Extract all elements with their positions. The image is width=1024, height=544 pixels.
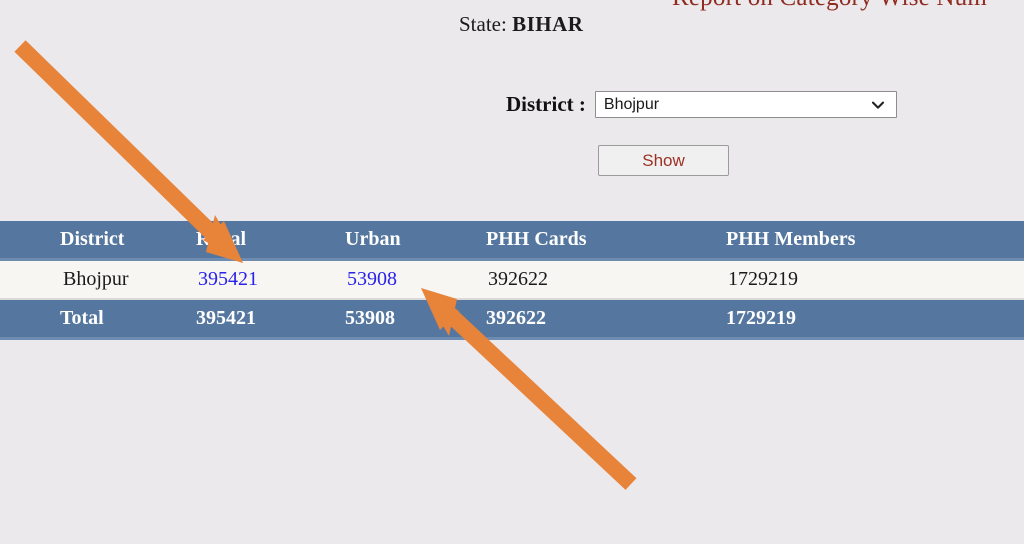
total-rural-cell: 395421 [168,298,317,340]
cell-phh-members-value: 1729219 [728,268,798,290]
column-header-phh-members-label: PHH Members [726,228,856,250]
column-header-phh-cards: PHH Cards [458,221,698,261]
show-button[interactable]: Show [598,145,729,176]
total-phh-members-cell: 1729219 [698,298,1024,340]
column-header-urban: Urban [317,221,458,261]
total-urban-value: 53908 [345,307,395,329]
total-phh-cards-cell: 392622 [458,298,698,340]
column-header-rural: Rural [168,221,317,261]
rural-count-link[interactable]: 395421 [198,268,258,290]
table-header-row: District Rural Urban PHH Cards PHH Membe… [0,221,1024,261]
column-header-urban-label: Urban [345,228,401,250]
total-label: Total [60,307,104,329]
state-label: State: [459,12,507,36]
total-rural-value: 395421 [196,307,256,329]
district-filter-row: District : Bhojpur [506,91,897,118]
total-phh-cards-value: 392622 [486,307,546,329]
table-total-row: Total 395421 53908 392622 1729219 [0,298,1024,340]
column-header-district: District [0,221,168,261]
cell-phh-cards-value: 392622 [488,268,548,290]
column-header-rural-label: Rural [196,228,246,250]
column-header-district-label: District [60,228,125,250]
urban-count-link[interactable]: 53908 [347,268,397,290]
chevron-down-icon [871,98,885,112]
total-urban-cell: 53908 [317,298,458,340]
page-title: Report on Category Wise Num [672,0,987,12]
table-row: Bhojpur 395421 53908 392622 1729219 [0,259,1024,300]
cell-phh-members: 1729219 [698,259,1024,300]
cell-district-value: Bhojpur [63,268,129,290]
cell-urban: 53908 [317,259,458,300]
report-table: District Rural Urban PHH Cards PHH Membe… [0,221,1024,340]
table-header: District Rural Urban PHH Cards PHH Membe… [0,221,1024,261]
state-value: BIHAR [512,12,584,36]
cell-rural: 395421 [168,259,317,300]
district-label: District : [506,92,586,116]
table-body: Bhojpur 395421 53908 392622 1729219 Tota… [0,259,1024,340]
cell-phh-cards: 392622 [458,259,698,300]
total-phh-members-value: 1729219 [726,307,796,329]
state-line: State: BIHAR [459,12,583,37]
column-header-phh-members: PHH Members [698,221,1024,261]
cell-district: Bhojpur [0,259,168,300]
report-page: Report on Category Wise Num State: BIHAR… [0,0,1024,544]
district-select-value: Bhojpur [603,95,660,113]
total-label-cell: Total [0,298,168,340]
district-select[interactable]: Bhojpur [594,91,897,118]
column-header-phh-cards-label: PHH Cards [486,228,587,250]
